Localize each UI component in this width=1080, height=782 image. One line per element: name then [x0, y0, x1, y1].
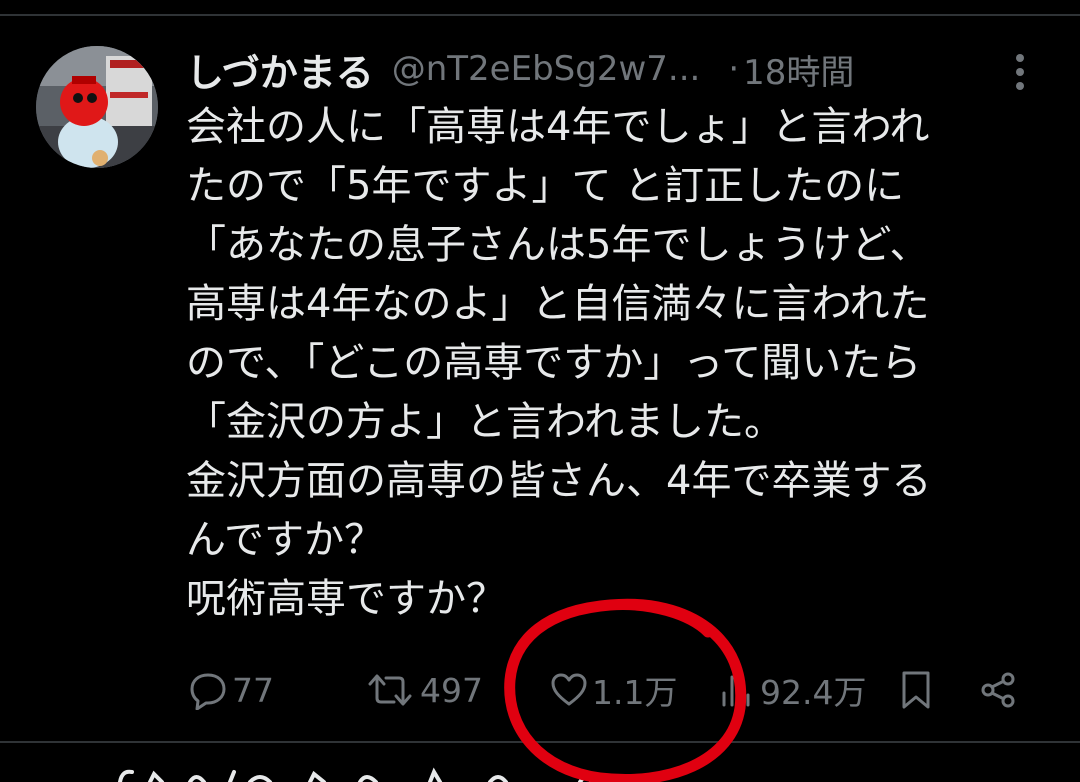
- reply-button[interactable]: 77: [188, 662, 274, 718]
- bookmark-icon: [902, 671, 930, 709]
- avatar[interactable]: [36, 46, 158, 168]
- user-handle[interactable]: @nT2eEbSg2w7...: [392, 49, 701, 89]
- reply-icon: [190, 673, 226, 710]
- bottom-divider: [0, 741, 1080, 743]
- bookmark-button[interactable]: [898, 662, 934, 718]
- share-icon: [981, 672, 1015, 708]
- share-button[interactable]: [978, 662, 1018, 718]
- tweet-timestamp[interactable]: 18時間: [743, 45, 854, 94]
- retweet-icon: [368, 674, 412, 706]
- top-divider: [0, 14, 1080, 16]
- display-name[interactable]: しづかまる: [186, 42, 374, 97]
- views-count: 92.4万: [760, 673, 867, 712]
- reply-count: 77: [232, 670, 274, 710]
- like-button[interactable]: 1.1万: [550, 662, 677, 718]
- retweet-count: 497: [420, 670, 483, 710]
- retweet-button[interactable]: 497: [364, 662, 483, 718]
- views-button[interactable]: 92.4万: [718, 662, 866, 718]
- like-count: 1.1万: [592, 673, 678, 712]
- tweet-text: 会社の人に「高専は4年でしょ」と言われ たので「5年ですよ」て と訂正したのに …: [186, 104, 932, 622]
- more-options-icon[interactable]: [1005, 50, 1035, 94]
- header-separator: ·: [728, 49, 740, 89]
- bar-chart-icon: [722, 675, 750, 707]
- next-post-peek: [110, 760, 710, 782]
- tweet-header: しづかまる @nT2eEbSg2w7... · 18時間: [186, 42, 1046, 97]
- tweet-actions: 77 497 1.1万 92.4万: [186, 662, 1046, 718]
- heart-icon: [551, 673, 587, 706]
